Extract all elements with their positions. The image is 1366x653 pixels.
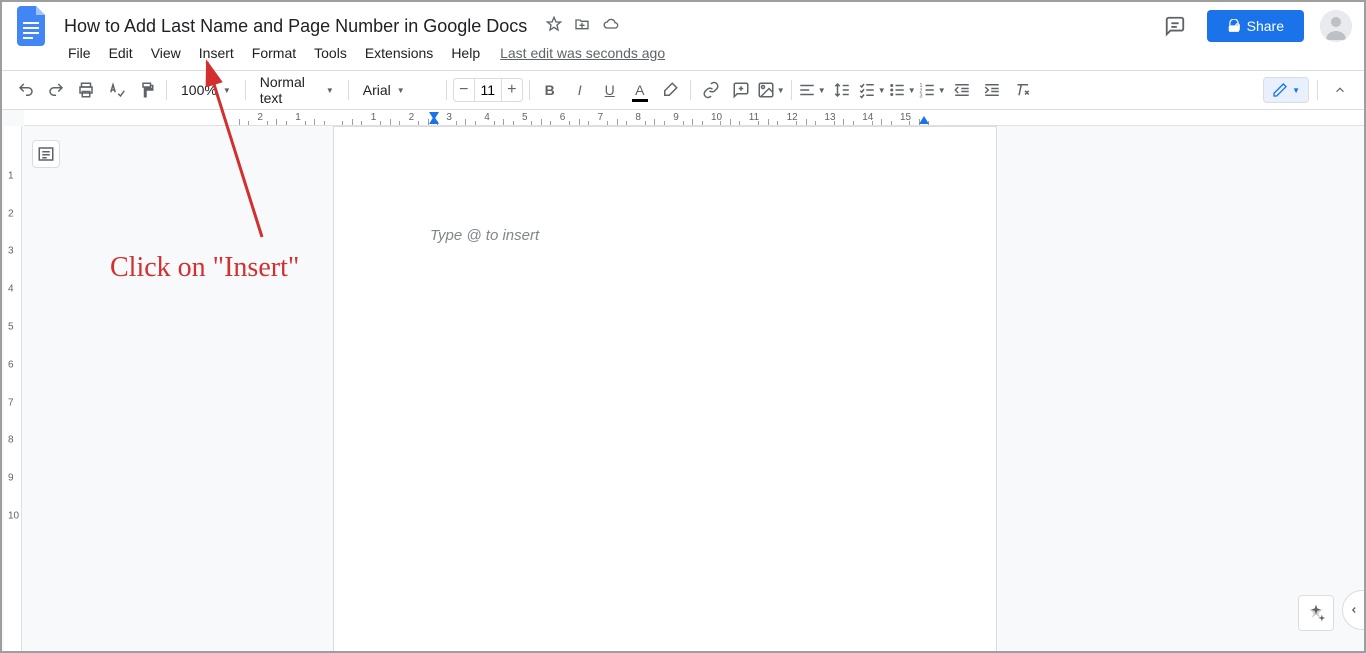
side-panel-toggle[interactable]: [1342, 590, 1364, 630]
menu-insert[interactable]: Insert: [191, 41, 242, 65]
menu-view[interactable]: View: [143, 41, 189, 65]
underline-button[interactable]: U: [596, 76, 624, 104]
explore-button[interactable]: [1298, 595, 1334, 631]
indent-marker-right[interactable]: [919, 116, 929, 124]
font-size-decrease[interactable]: −: [454, 79, 474, 101]
italic-button[interactable]: I: [566, 76, 594, 104]
placeholder-text: Type @ to insert: [430, 227, 539, 244]
move-icon[interactable]: [574, 16, 590, 32]
menu-bar: File Edit View Insert Format Tools Exten…: [2, 42, 1364, 70]
increase-indent-button[interactable]: [978, 76, 1006, 104]
font-family-select[interactable]: Arial▼: [355, 78, 440, 102]
account-avatar[interactable]: [1320, 10, 1352, 42]
print-button[interactable]: [72, 76, 100, 104]
hide-menus-button[interactable]: [1326, 76, 1354, 104]
comment-history-button[interactable]: [1159, 10, 1191, 42]
svg-text:3: 3: [919, 94, 922, 100]
clear-formatting-button[interactable]: [1008, 76, 1036, 104]
docs-logo[interactable]: [14, 8, 50, 44]
paragraph-style-select[interactable]: Normal text▼: [252, 70, 342, 110]
menu-format[interactable]: Format: [244, 41, 304, 65]
workspace: 21123456789101112131415 12345678910 Type…: [2, 110, 1364, 651]
numbered-list-button[interactable]: 123▼: [918, 76, 946, 104]
add-comment-button[interactable]: [727, 76, 755, 104]
document-title-input[interactable]: [58, 14, 538, 39]
spellcheck-button[interactable]: [102, 76, 130, 104]
share-button-label: Share: [1247, 18, 1284, 34]
undo-button[interactable]: [12, 76, 40, 104]
redo-button[interactable]: [42, 76, 70, 104]
menu-help[interactable]: Help: [443, 41, 488, 65]
cloud-status-icon[interactable]: [602, 16, 620, 32]
bulleted-list-button[interactable]: ▼: [888, 76, 916, 104]
font-size-control: − +: [453, 78, 523, 102]
checklist-button[interactable]: ▼: [858, 76, 886, 104]
text-color-button[interactable]: A: [626, 76, 654, 104]
menu-tools[interactable]: Tools: [306, 41, 355, 65]
horizontal-ruler[interactable]: 21123456789101112131415: [24, 110, 1364, 126]
insert-image-button[interactable]: ▼: [757, 76, 785, 104]
line-spacing-button[interactable]: [828, 76, 856, 104]
toolbar: 100%▼ Normal text▼ Arial▼ − + B I U A ▼ …: [2, 70, 1364, 110]
zoom-select[interactable]: 100%▼: [173, 78, 239, 102]
menu-file[interactable]: File: [60, 41, 99, 65]
last-edit-link[interactable]: Last edit was seconds ago: [500, 45, 665, 61]
vertical-ruler[interactable]: 12345678910: [4, 126, 22, 651]
document-page[interactable]: Type @ to insert: [333, 126, 997, 651]
star-icon[interactable]: [546, 16, 562, 32]
highlight-button[interactable]: [656, 76, 684, 104]
indent-marker-left[interactable]: [429, 116, 439, 124]
decrease-indent-button[interactable]: [948, 76, 976, 104]
menu-edit[interactable]: Edit: [101, 41, 141, 65]
editing-mode-button[interactable]: ▼: [1263, 77, 1309, 103]
share-button[interactable]: Share: [1207, 10, 1304, 42]
bold-button[interactable]: B: [536, 76, 564, 104]
align-button[interactable]: ▼: [798, 76, 826, 104]
insert-link-button[interactable]: [697, 76, 725, 104]
font-size-increase[interactable]: +: [502, 79, 522, 101]
font-size-input[interactable]: [474, 79, 502, 101]
document-outline-button[interactable]: [32, 140, 60, 168]
menu-extensions[interactable]: Extensions: [357, 41, 441, 65]
paint-format-button[interactable]: [132, 76, 160, 104]
